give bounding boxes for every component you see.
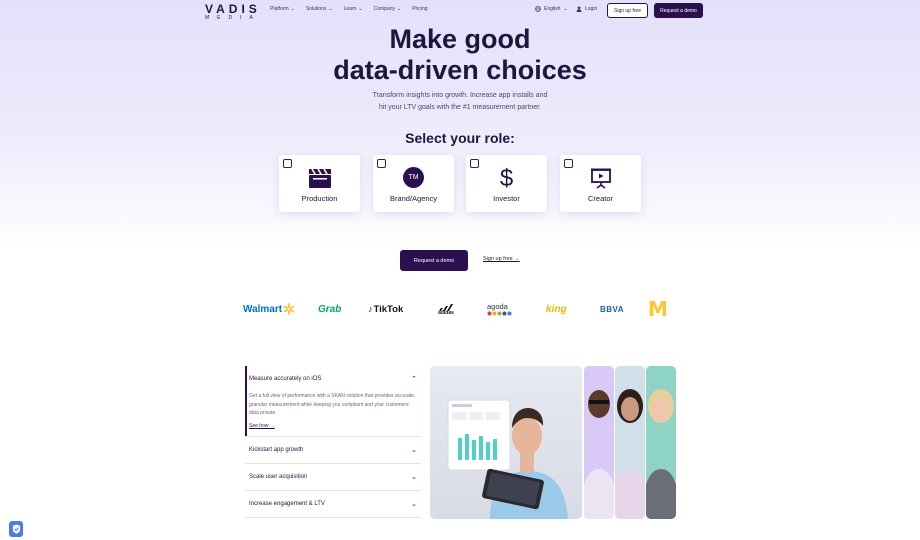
hero-signup-link[interactable]: Sign up free → [483,256,520,262]
active-indicator [245,366,247,436]
main-nav: Platform ⌄ Solutions ⌄ Learn ⌄ Company ⌄ Pri… [270,6,439,12]
dollar-icon: $ [499,165,514,192]
hero-title: Make good data-driven choices [333,24,587,85]
chevron-down-icon: ⌄ [411,501,417,508]
request-demo-button[interactable]: Request a demo [654,3,703,18]
agoda-logo: agoda [487,300,513,318]
nav-pricing[interactable]: Pricing [412,6,427,12]
signup-button[interactable]: Sign up free [607,3,648,18]
hero-photo-man-tablet [430,366,582,519]
accordion-header[interactable]: Kickstart app growth ⌄ [245,437,421,463]
photo-illustration [447,399,568,519]
accordion-item: Scale user acquisition ⌄ [245,464,421,491]
photo-woman-blonde [646,366,676,519]
walmart-logo: Walmart [243,300,295,318]
nav-solutions[interactable]: Solutions ⌄ [306,6,333,12]
see-how-link[interactable]: See how → [249,422,275,431]
role-card-brand-agency[interactable]: TM Brand/Agency [373,155,454,212]
chevron-down-icon: ⌄ [397,6,402,12]
accordion-body: Get a full view of performance with a SK… [249,393,416,431]
hero-request-demo-button[interactable]: Request a demo [400,250,468,271]
chevron-up-icon: ⌃ [411,376,417,383]
role-label: Investor [493,194,520,203]
nav-platform[interactable]: Platform ⌄ [270,6,295,12]
presentation-play-icon [590,168,611,189]
bbva-logo: BBVA [600,304,625,314]
accordion-item: Kickstart app growth ⌄ [245,437,421,464]
logo-wordmark: VADIS [205,2,261,16]
nav-learn[interactable]: Learn ⌄ [344,6,363,12]
mcdonalds-logo: M [648,297,668,321]
accordion-header[interactable]: Increase engagement & LTV ⌄ [245,491,421,517]
role-card-production[interactable]: Production [279,155,360,212]
chevron-down-icon: ⌄ [563,6,568,12]
agoda-dots-icon [487,311,512,315]
nav-company[interactable]: Company ⌄ [374,6,402,12]
accordion-item: Measure accurately on iOS ⌃ Get a full v… [245,366,421,437]
photo-woman-dark-hair [615,366,645,519]
site-logo[interactable]: VADIS MEDIA [205,3,261,21]
role-label: Creator [587,194,613,203]
role-card-investor[interactable]: $ Investor [466,155,547,212]
role-prompt: Select your role: [405,130,515,146]
privacy-shield-icon[interactable] [9,521,23,537]
role-label: Brand/Agency [389,194,438,203]
hero-subtitle: Transform insights into growth. Increase… [372,92,548,111]
language-selector[interactable]: English ⌄ [535,6,568,12]
chevron-down-icon: ⌄ [411,474,417,481]
brand-logos: Walmart Grab ♪ TikTok adidas agoda king … [0,297,920,321]
logo-subtitle: MEDIA [205,15,261,21]
globe-icon [535,6,541,12]
accordion-header[interactable]: Scale user acquisition ⌄ [245,464,421,490]
accordion-header[interactable]: Measure accurately on iOS ⌃ [245,366,421,392]
chevron-down-icon: ⌄ [290,6,295,12]
photo-man-glasses [584,366,614,519]
grab-logo: Grab [318,303,342,315]
clapperboard-icon [308,168,331,188]
trademark-icon: TM [403,167,424,188]
chevron-down-icon: ⌄ [358,6,363,12]
tiktok-logo: ♪ TikTok [368,303,404,315]
king-logo: king [546,303,567,315]
feature-accordion: Measure accurately on iOS ⌃ Get a full v… [245,366,421,518]
role-label: Production [301,194,338,203]
accordion-item: Increase engagement & LTV ⌄ [245,491,421,518]
walmart-spark-icon [283,303,295,315]
user-icon [576,6,582,12]
tiktok-note-icon: ♪ [368,304,373,314]
adidas-logo: adidas [437,300,455,318]
chevron-down-icon: ⌄ [328,6,333,12]
login-link[interactable]: Login [576,6,597,12]
chevron-down-icon: ⌄ [411,447,417,454]
role-card-creator[interactable]: Creator [560,155,641,212]
